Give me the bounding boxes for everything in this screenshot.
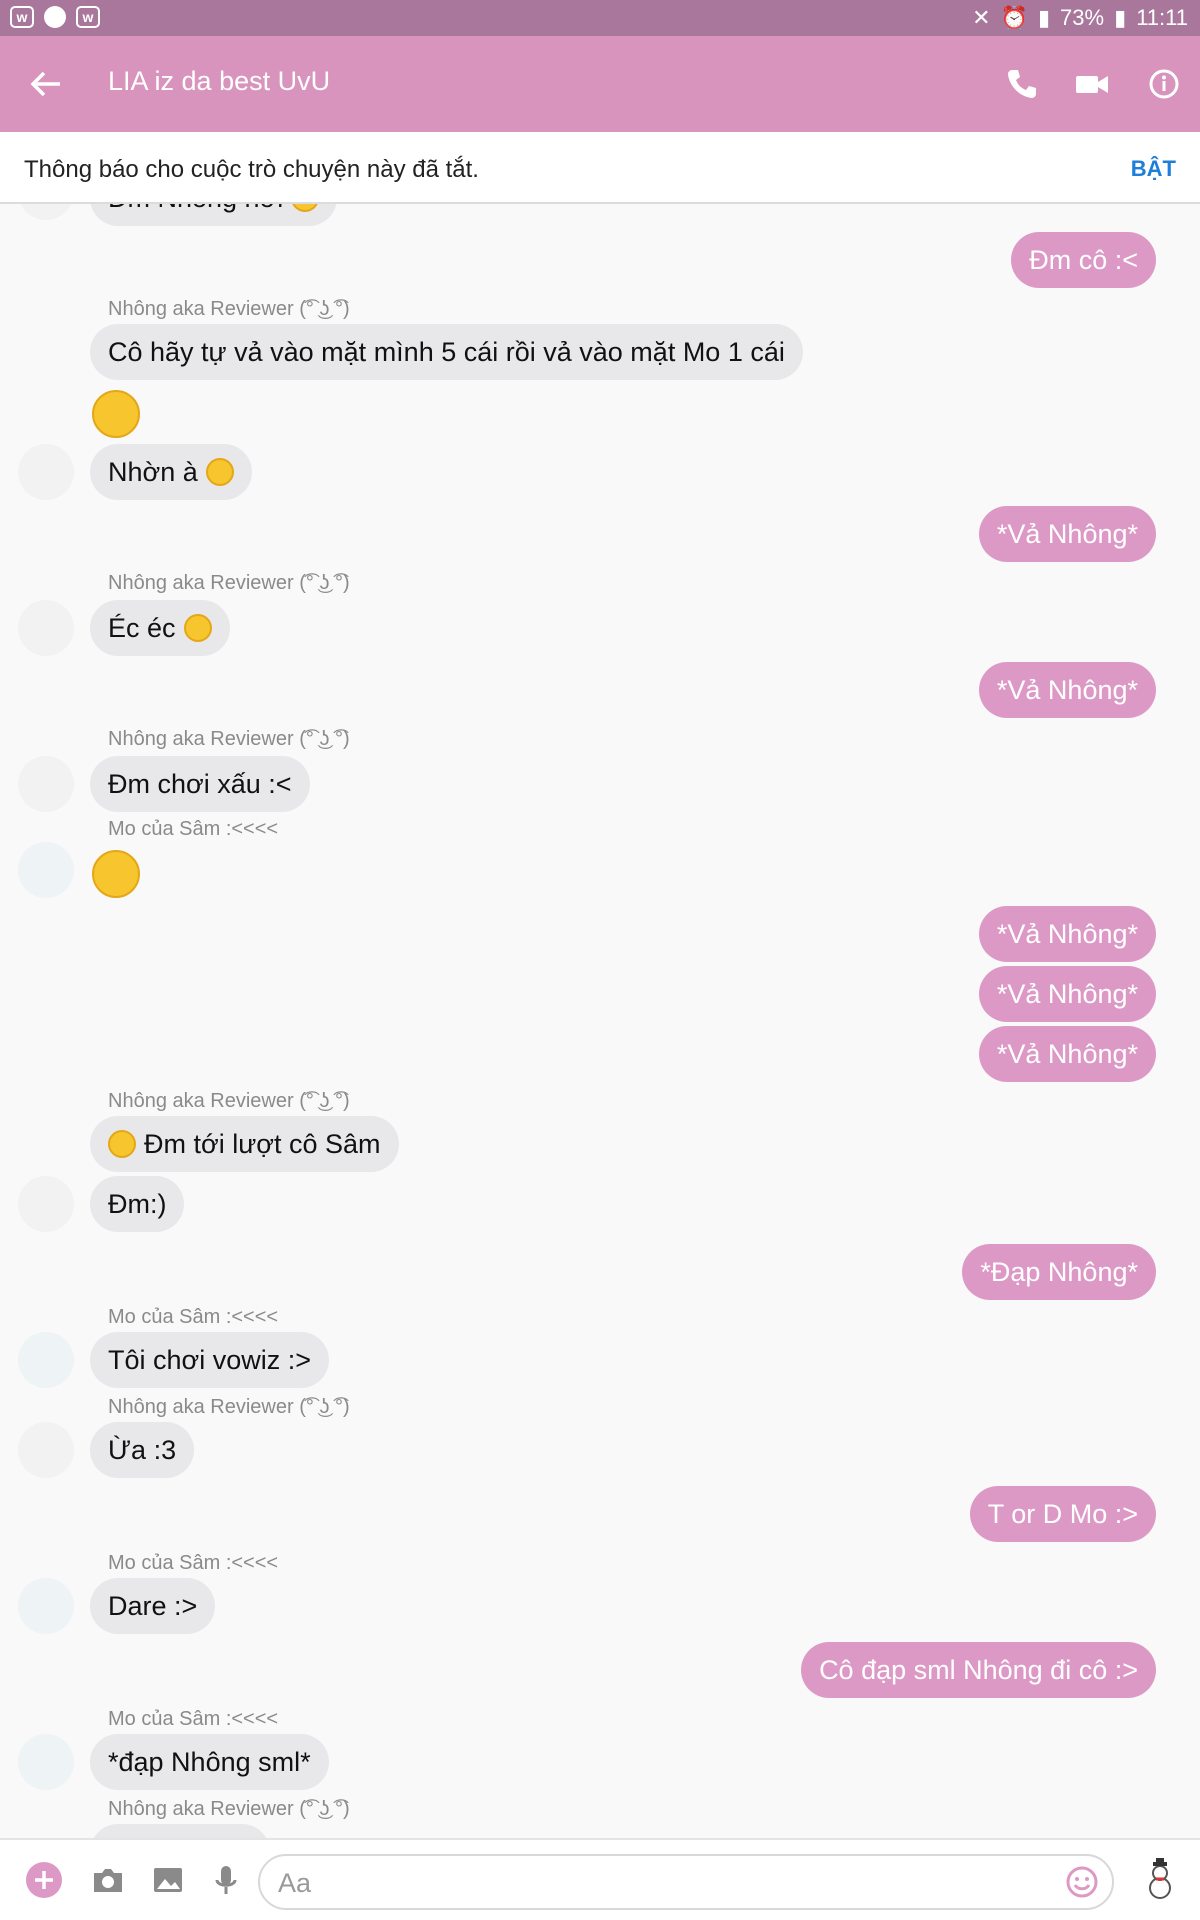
avatar[interactable] [18,1734,74,1790]
video-camera-icon[interactable] [1070,62,1114,106]
microphone-icon[interactable] [206,1860,246,1900]
message-input[interactable]: Aa [258,1854,1114,1910]
message-bubble[interactable] [90,1824,270,1838]
battery-level: 73% [1060,5,1105,30]
avatar[interactable] [18,204,74,220]
message-bubble[interactable]: *đạp Nhông sml* [90,1734,329,1790]
conversation-title[interactable]: LIA iz da best UvU [108,66,330,97]
message-bubble[interactable]: *Đạp Nhông* [962,1244,1156,1300]
camera-icon[interactable] [88,1860,128,1900]
sender-name: Mo của Sâm :<<<< [108,1306,279,1328]
message-bubble[interactable]: Nhờn à [90,444,252,500]
message-bubble[interactable]: Tôi chơi vowiz :> [90,1332,330,1388]
status-bar: w w ✕ ⏰ ▮ 73% ▮ 11:11 [0,0,1200,36]
turn-on-notifications-button[interactable]: BẬT [1131,156,1176,182]
smile-emoji-icon[interactable] [92,390,140,438]
sender-name: Nhông aka Reviewer (͡° ͜ʖ ͡°) [108,1396,350,1418]
info-icon[interactable] [1142,62,1186,106]
message-bubble[interactable]: Cô đạp sml Nhông đi cô :> [801,1642,1156,1698]
avatar[interactable] [18,600,74,656]
message-list[interactable]: Đm Nhông hơi Đm cô :< Nhông aka Reviewer… [0,204,1200,1838]
sender-name: Mo của Sâm :<<<< [108,1708,279,1730]
avatar[interactable] [18,1422,74,1478]
message-bubble[interactable]: Đm Nhông hơi [90,204,338,226]
mute-icon: ✕ [972,5,991,30]
smile-emoji-icon [205,458,234,486]
avatar[interactable] [18,444,74,500]
sender-name: Mo của Sâm :<<<< [108,1552,279,1574]
sender-name: Nhông aka Reviewer (͡° ͜ʖ ͡°) [108,728,350,750]
smile-emoji-icon[interactable] [92,850,140,898]
message-bubble[interactable]: Đm tới lượt cô Sâm [90,1116,399,1172]
sender-name: Nhông aka Reviewer (͡° ͜ʖ ͡°) [108,572,350,594]
message-bubble[interactable]: Đm cô :< [1011,232,1156,288]
notice-text: Thông báo cho cuộc trò chuyện này đã tắt… [24,156,479,183]
conversation-header: LIA iz da best UvU [0,36,1200,132]
emoji-icon[interactable] [1062,1862,1102,1902]
avatar[interactable] [18,756,74,812]
message-input-placeholder: Aa [278,1868,312,1898]
phone-icon[interactable] [1000,62,1044,106]
sender-name: Nhông aka Reviewer (͡° ͜ʖ ͡°) [108,1090,350,1112]
notification-off-banner: Thông báo cho cuộc trò chuyện này đã tắt… [0,132,1200,204]
signal-icon: ▮ [1037,5,1051,30]
plus-icon[interactable] [24,1860,64,1900]
avatar[interactable] [18,1332,74,1388]
message-bubble[interactable]: *Vả Nhông* [978,662,1156,718]
avatar[interactable] [18,1176,74,1232]
message-composer: Aa [0,1838,1200,1920]
messenger-notification-icon [44,6,66,28]
image-icon[interactable] [148,1860,188,1900]
message-bubble[interactable]: Cô hãy tự vả vào mặt mình 5 cái rồi vả v… [90,324,803,380]
smile-emoji-icon [108,1130,136,1158]
sender-name: Mo của Sâm :<<<< [108,818,279,840]
message-bubble[interactable]: Ừa :3 [90,1422,195,1478]
smile-emoji-icon [291,204,320,212]
back-arrow-icon[interactable] [26,64,66,104]
sender-name: Nhông aka Reviewer (͡° ͜ʖ ͡°) [108,1798,350,1820]
message-bubble[interactable]: *Vả Nhông* [978,1026,1156,1082]
message-bubble[interactable]: *Vả Nhông* [978,966,1156,1022]
avatar[interactable] [18,842,74,898]
message-bubble[interactable]: Đm:) [90,1176,185,1232]
message-bubble[interactable]: Éc éc [90,600,230,656]
message-bubble[interactable]: Đm chơi xấu :< [90,756,310,812]
alarm-icon: ⏰ [1000,5,1028,30]
message-bubble[interactable]: *Vả Nhông* [978,906,1156,962]
battery-icon: ▮ [1114,5,1127,30]
message-bubble[interactable]: Dare :> [90,1578,216,1634]
sender-name: Nhông aka Reviewer (͡° ͜ʖ ͡°) [108,298,350,320]
snowman-sticker-icon[interactable] [1138,1858,1182,1902]
message-bubble[interactable]: T or D Mo :> [969,1486,1156,1542]
app-notification-icon-2: w [76,6,100,28]
app-notification-icon: w [10,6,34,28]
message-bubble[interactable]: *Vả Nhông* [978,506,1156,562]
smile-emoji-icon [183,614,212,642]
clock: 11:11 [1136,5,1188,30]
avatar[interactable] [18,1578,74,1634]
